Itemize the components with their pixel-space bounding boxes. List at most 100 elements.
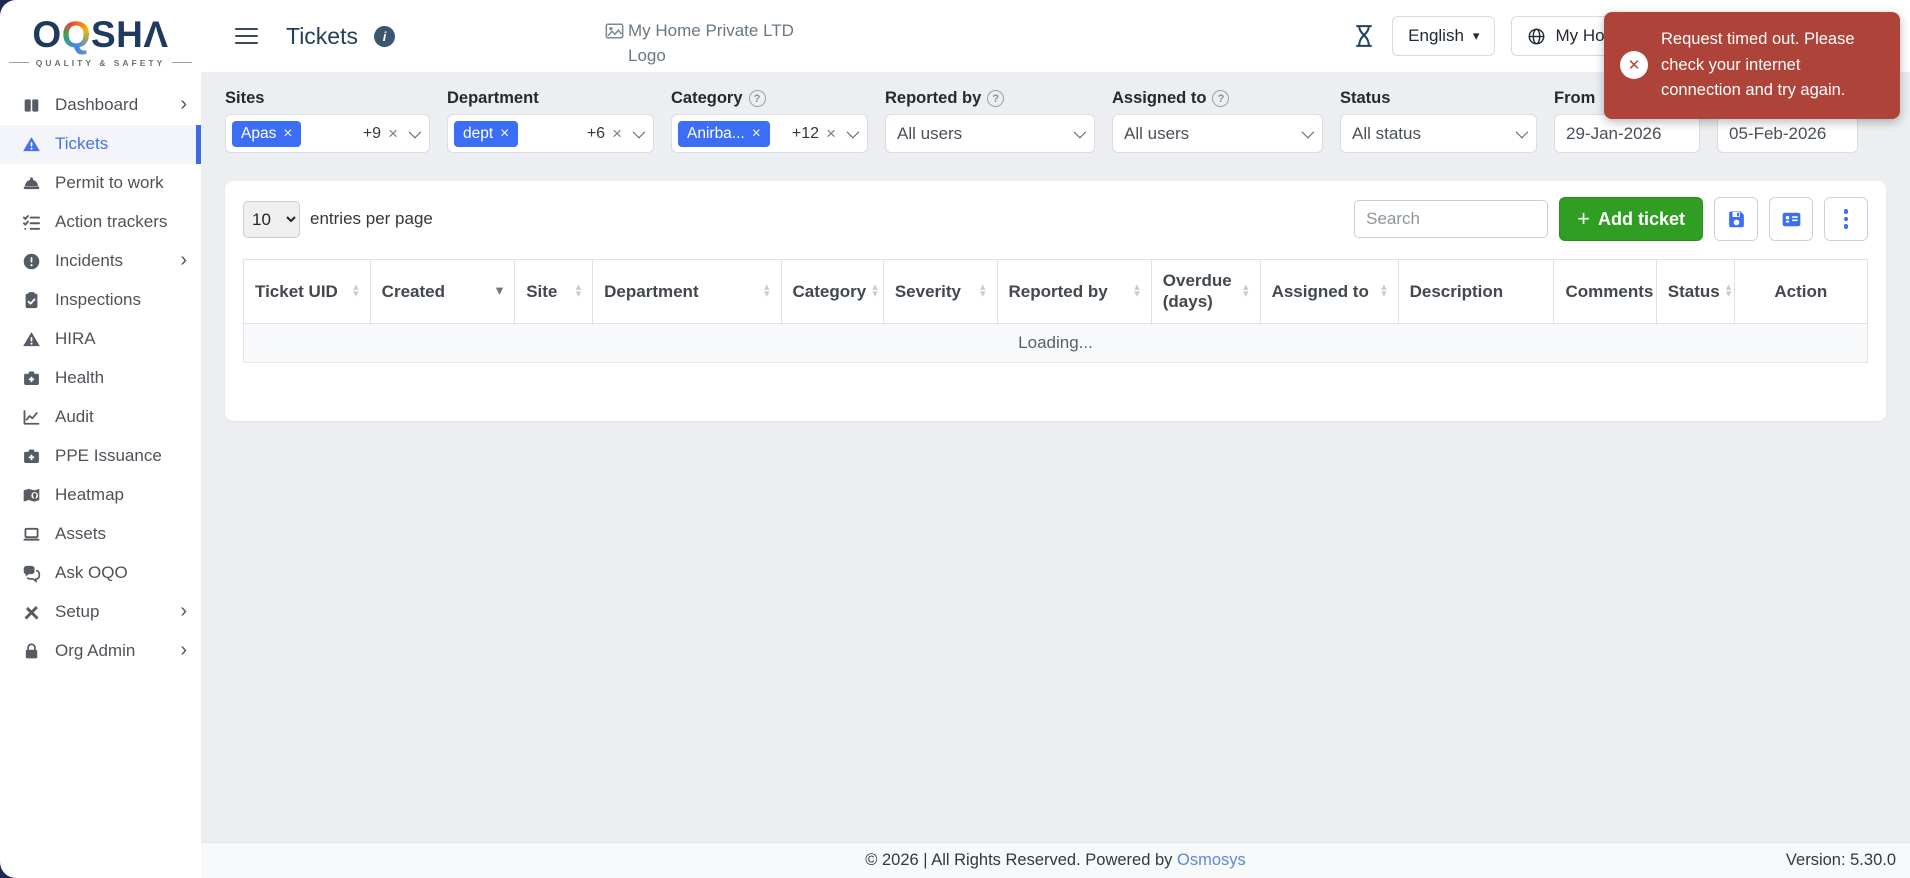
language-label: English xyxy=(1408,26,1464,46)
column-header-action: Action xyxy=(1734,260,1867,324)
selected-chip: Apas× xyxy=(232,121,301,147)
column-settings-button[interactable] xyxy=(1769,197,1813,241)
more-options-button[interactable] xyxy=(1824,197,1868,241)
assigned-to-select[interactable]: All users xyxy=(1112,114,1323,153)
to-date-input[interactable]: 05-Feb-2026 xyxy=(1717,114,1858,153)
hard-hat-icon xyxy=(20,173,42,193)
help-icon[interactable]: ? xyxy=(987,90,1004,107)
reported-by-select[interactable]: All users xyxy=(885,114,1095,153)
chevron-right-icon: › xyxy=(180,94,187,117)
chevron-down-icon xyxy=(847,126,860,139)
filter-status: Status All status xyxy=(1340,89,1537,153)
search-input[interactable] xyxy=(1354,200,1548,238)
loading-text: Loading... xyxy=(244,323,1868,362)
column-header-department[interactable]: Department▴▾ xyxy=(593,260,781,324)
clear-all-icon[interactable]: × xyxy=(612,124,622,144)
save-view-button[interactable] xyxy=(1714,197,1758,241)
sidebar-item-health[interactable]: Health xyxy=(0,359,201,398)
hamburger-menu-icon[interactable] xyxy=(235,28,258,45)
column-header-description: Description xyxy=(1398,260,1554,324)
column-header-severity[interactable]: Severity▴▾ xyxy=(883,260,997,324)
footer: © 2026 | All Rights Reserved. Powered by… xyxy=(201,842,1910,878)
add-ticket-button[interactable]: + Add ticket xyxy=(1559,197,1703,241)
copyright-text: © 2026 | All Rights Reserved. Powered by… xyxy=(201,851,1910,870)
date-value: 29-Jan-2026 xyxy=(1566,124,1661,144)
tickets-icon xyxy=(20,134,42,154)
column-header-overdue-days[interactable]: Overdue (days)▴▾ xyxy=(1151,260,1260,324)
sidebar-item-setup[interactable]: Setup › xyxy=(0,593,201,632)
laptop-icon xyxy=(20,524,42,544)
help-icon[interactable]: ? xyxy=(1212,90,1229,107)
clear-all-icon[interactable]: × xyxy=(388,124,398,144)
entries-per-page-select[interactable]: 10 xyxy=(243,201,300,238)
chip-remove-icon[interactable]: × xyxy=(752,125,761,143)
sidebar-item-heatmap[interactable]: Heatmap xyxy=(0,476,201,515)
column-header-assigned-to[interactable]: Assigned to▴▾ xyxy=(1260,260,1398,324)
sidebar-item-label: Ask OQO xyxy=(55,563,128,583)
map-pin-icon xyxy=(20,485,42,505)
broken-image-icon xyxy=(605,22,624,41)
sites-multiselect[interactable]: Apas× +9 × xyxy=(225,114,430,153)
close-icon[interactable]: ✕ xyxy=(1620,51,1648,79)
sidebar-item-ppe-issuance[interactable]: PPE Issuance xyxy=(0,437,201,476)
sidebar-item-label: Action trackers xyxy=(55,212,167,232)
clear-all-icon[interactable]: × xyxy=(826,124,836,144)
sidebar-item-hira[interactable]: HIRA xyxy=(0,320,201,359)
sidebar-item-label: Heatmap xyxy=(55,485,124,505)
clipboard-check-icon xyxy=(20,290,42,310)
help-icon[interactable]: ? xyxy=(749,90,766,107)
category-multiselect[interactable]: Anirba...× +12 × xyxy=(671,114,868,153)
status-select[interactable]: All status xyxy=(1340,114,1537,153)
main-area: Tickets i My Home Private LTD Logo Engli… xyxy=(201,0,1910,878)
sidebar-item-incidents[interactable]: Incidents › xyxy=(0,242,201,281)
brand-letters: SHΛ xyxy=(91,14,169,55)
sidebar-item-org-admin[interactable]: Org Admin › xyxy=(0,632,201,671)
info-icon[interactable]: i xyxy=(374,26,395,47)
department-multiselect[interactable]: dept× +6 × xyxy=(447,114,654,153)
table-controls: 10 entries per page + Add ticket xyxy=(243,197,1868,241)
sort-icon: ▴▾ xyxy=(764,284,770,298)
chevron-down-icon xyxy=(1074,126,1087,139)
osmosys-link[interactable]: Osmosys xyxy=(1177,851,1246,869)
sort-icon: ▴▾ xyxy=(872,284,878,298)
column-header-reported-by[interactable]: Reported by▴▾ xyxy=(997,260,1151,324)
filter-label: Sites xyxy=(225,89,430,108)
column-header-ticket-uid[interactable]: Ticket UID▴▾ xyxy=(244,260,371,324)
first-aid-kit-icon xyxy=(20,368,42,388)
sidebar-item-action-trackers[interactable]: Action trackers xyxy=(0,203,201,242)
sidebar-item-permit-to-work[interactable]: Permit to work xyxy=(0,164,201,203)
error-toast[interactable]: ✕ Request timed out. Please check your i… xyxy=(1604,12,1900,119)
hourglass-icon[interactable] xyxy=(1352,23,1376,49)
selected-value: All users xyxy=(897,124,962,144)
sidebar-item-ask-oqo[interactable]: Ask OQO xyxy=(0,554,201,593)
column-header-created[interactable]: Created▴▾ xyxy=(370,260,515,324)
chevron-right-icon: › xyxy=(180,640,187,663)
sidebar-item-audit[interactable]: Audit xyxy=(0,398,201,437)
filter-label: Assigned to? xyxy=(1112,89,1323,108)
sidebar-item-label: HIRA xyxy=(55,329,96,349)
filter-label: Category? xyxy=(671,89,868,108)
sort-icon: ▴▾ xyxy=(1381,284,1387,298)
column-header-site[interactable]: Site▴▾ xyxy=(515,260,593,324)
from-date-input[interactable]: 29-Jan-2026 xyxy=(1554,114,1700,153)
kebab-menu-icon xyxy=(1844,209,1848,229)
page-title: Tickets xyxy=(286,23,358,50)
more-count: +9 xyxy=(363,125,381,143)
sidebar-item-dashboard[interactable]: Dashboard › xyxy=(0,86,201,125)
filter-department: Department dept× +6 × xyxy=(447,89,654,153)
sidebar-background: OQSHΛ QUALITY & SAFETY Dashboard › Ticke… xyxy=(0,0,201,878)
chip-remove-icon[interactable]: × xyxy=(283,125,292,143)
language-selector[interactable]: English ▾ xyxy=(1392,16,1495,56)
column-header-status[interactable]: Status▴▾ xyxy=(1656,260,1734,324)
dashboard-icon xyxy=(20,95,42,115)
chip-remove-icon[interactable]: × xyxy=(500,125,509,143)
column-header-category[interactable]: Category▴▾ xyxy=(781,260,883,324)
sidebar-item-assets[interactable]: Assets xyxy=(0,515,201,554)
sidebar-item-tickets[interactable]: Tickets xyxy=(0,125,201,164)
brand-tagline: QUALITY & SAFETY xyxy=(0,58,201,68)
sidebar-item-inspections[interactable]: Inspections xyxy=(0,281,201,320)
logo-alt-text: My Home Private LTD Logo xyxy=(628,18,795,69)
selected-chip: dept× xyxy=(454,121,518,147)
sidebar: OQSHΛ QUALITY & SAFETY Dashboard › Ticke… xyxy=(0,0,201,878)
brand-letter-q: Q xyxy=(62,14,91,55)
